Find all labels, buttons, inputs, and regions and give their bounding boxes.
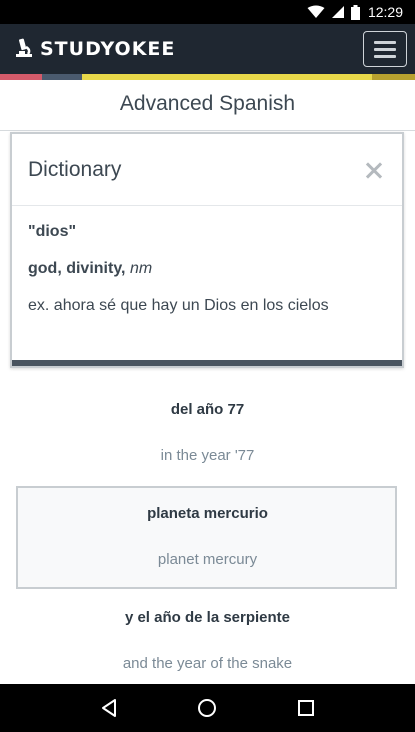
course-title: Advanced Spanish	[119, 92, 296, 115]
dictionary-definition-line: god, divinity, nm	[28, 259, 388, 278]
status-icons	[307, 4, 360, 20]
part-of-speech: nm	[129, 260, 153, 277]
brand-name: STUDYOKEE	[40, 38, 176, 60]
stripe-segment	[82, 74, 372, 80]
line-source-3[interactable]: y el año de la serpiente	[0, 609, 415, 626]
navigation-bar	[0, 684, 415, 732]
line-translation-3: and the year of the snake	[122, 655, 293, 672]
status-time: 12:29	[367, 4, 403, 20]
signal-icon	[331, 5, 345, 19]
dictionary-term: "dios"	[28, 223, 77, 240]
dictionary-title: Dictionary	[28, 157, 122, 181]
dictionary-definition: god, divinity,	[28, 260, 126, 277]
status-bar: 12:29	[0, 0, 415, 24]
wifi-icon	[307, 5, 325, 19]
line-translation-1: in the year '77	[160, 447, 255, 464]
dictionary-example: ex. ahora sé que hay un Dios en los ciel…	[28, 297, 329, 314]
menu-button[interactable]	[363, 31, 407, 67]
color-stripe	[0, 74, 415, 80]
back-icon[interactable]	[100, 698, 118, 718]
recents-icon[interactable]	[297, 699, 315, 717]
hamburger-menu-icon	[374, 40, 396, 44]
stripe-segment	[42, 74, 82, 80]
close-icon[interactable]	[362, 158, 386, 182]
dictionary-body: "dios" god, divinity, nm ex. ahora sé qu…	[28, 222, 388, 333]
battery-icon	[350, 4, 360, 20]
stripe-segment	[372, 74, 415, 80]
active-line-box[interactable]	[16, 486, 397, 589]
dictionary-modal: Dictionary "dios" god, divinity, nm ex. …	[10, 132, 404, 368]
microscope-logo-icon	[14, 38, 34, 60]
line-translation-2: planet mercury	[157, 551, 258, 568]
divider	[0, 130, 415, 131]
line-source-1[interactable]: del año 77	[0, 401, 415, 418]
home-icon[interactable]	[197, 698, 217, 718]
line-source-2[interactable]: planeta mercurio	[0, 505, 415, 522]
brand[interactable]: STUDYOKEE	[14, 38, 175, 60]
stripe-segment	[0, 74, 42, 80]
modal-bottom-bar	[12, 360, 402, 366]
app-header: STUDYOKEE	[0, 24, 415, 74]
dictionary-header: Dictionary	[12, 134, 402, 206]
